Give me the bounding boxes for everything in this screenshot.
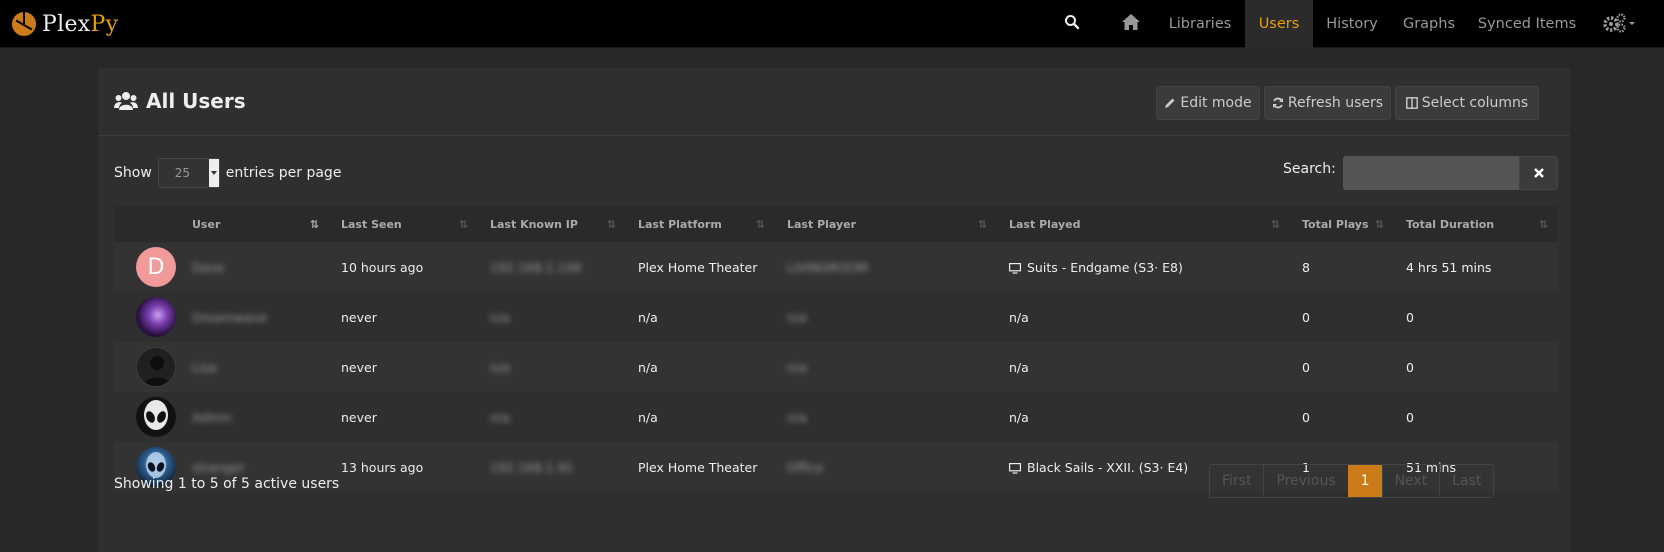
edit-mode-button[interactable]: Edit mode [1156,86,1260,120]
header-user[interactable]: User ⇅ [180,206,329,242]
total-plays-cell: 8 [1302,259,1310,275]
user-name-link[interactable]: Dreamwave [192,310,267,325]
player-cell: Office [787,459,824,475]
entries-suffix-label: entries per page [225,165,342,181]
last-seen-cell: never [341,409,377,425]
platform-cell: n/a [638,359,658,375]
last-played-cell[interactable]: Suits - Endgame (S3· E8) [997,242,1290,292]
pager-previous-button[interactable]: Previous [1263,465,1347,497]
avatar[interactable] [136,297,176,337]
ip-cell: n/a [490,409,510,425]
total-duration-cell: 0 [1406,359,1414,375]
pager-next-button[interactable]: Next [1381,465,1440,497]
platform-cell: n/a [638,309,658,325]
player-cell: n/a [787,309,807,325]
last-seen-cell: 10 hours ago [341,259,424,275]
total-plays-cell: 0 [1302,309,1310,325]
header-last-platform[interactable]: Last Platform ⇅ [626,206,775,242]
columns-icon [1405,97,1418,109]
ip-cell: n/a [490,359,510,375]
table-row: Admin never n/a n/a n/a n/a 0 0 [114,392,1558,442]
user-name-link[interactable]: Dave [192,260,224,275]
ip-cell: n/a [490,309,510,325]
settings-gears-icon[interactable] [1602,12,1638,33]
search-label: Search: [1283,161,1336,177]
header-last-played[interactable]: Last Played ⇅ [997,206,1290,242]
pencil-icon [1165,98,1175,108]
platform-cell: n/a [638,409,658,425]
player-cell: n/a [787,409,807,425]
nav-history[interactable]: History [1313,0,1391,48]
brand-name: PlexPy [42,11,119,37]
tv-icon [1009,462,1021,474]
avatar[interactable] [136,347,176,387]
pager-first-button[interactable]: First [1210,465,1263,497]
platform-cell: Plex Home Theater [638,259,758,275]
navbar: PlexPy Libraries Users History Graphs Sy… [0,0,1664,48]
refresh-users-button[interactable]: Refresh users [1264,86,1391,120]
pagination: First Previous 1 Next Last [1209,464,1495,498]
alien-icon [144,400,168,430]
header-last-seen[interactable]: Last Seen ⇅ [329,206,478,242]
total-duration-cell: 0 [1406,309,1414,325]
last-seen-cell: 13 hours ago [341,459,424,475]
chevron-down-icon [208,159,219,187]
nav-synced-items[interactable]: Synced Items [1467,0,1587,48]
header-total-duration[interactable]: Total Duration ⇅ [1394,206,1558,242]
users-panel: All Users Edit mode Refresh users Select… [98,68,1570,552]
table-info: Showing 1 to 5 of 5 active users [114,476,340,492]
platform-cell: Plex Home Theater [638,459,758,475]
total-plays-cell: 0 [1302,359,1310,375]
last-played-cell: n/a [1009,359,1029,375]
pager-page-1-button[interactable]: 1 [1347,465,1382,497]
user-name-link[interactable]: Lisa [192,360,217,375]
table-row: Dreamwave never n/a n/a n/a n/a 0 0 [114,292,1558,342]
tv-icon [1009,262,1021,274]
total-duration-cell: 4 hrs 51 mins [1406,259,1492,275]
header-total-plays[interactable]: Total Plays ⇅ [1290,206,1394,242]
table-row: Lisa never n/a n/a n/a n/a 0 0 [114,342,1558,392]
clear-search-button[interactable] [1519,156,1558,190]
ip-cell: 192.168.1.91 [490,459,574,475]
last-played-cell: n/a [1009,309,1029,325]
last-seen-cell: never [341,309,377,325]
avatar[interactable]: D [136,247,176,287]
search-input[interactable] [1343,156,1519,190]
table-header-row: User ⇅ Last Seen ⇅ Last Known IP ⇅ Last Pla… [114,206,1558,242]
show-label: Show [114,165,152,181]
user-silhouette-icon [143,356,171,386]
nav-users[interactable]: Users [1245,0,1313,48]
select-columns-button[interactable]: Select columns [1395,86,1539,120]
nav-libraries[interactable]: Libraries [1158,0,1242,48]
refresh-icon [1272,97,1283,109]
last-seen-cell: never [341,359,377,375]
avatar[interactable] [136,397,176,437]
nav-graphs[interactable]: Graphs [1391,0,1467,48]
caret-down-icon [1629,22,1635,25]
panel-header: All Users Edit mode Refresh users Select… [98,68,1570,136]
pager-last-button[interactable]: Last [1439,465,1493,497]
page-title: All Users [114,89,246,113]
ip-cell: 192.168.1.148 [490,259,582,275]
entries-select[interactable]: 25 [157,158,220,188]
total-plays-cell: 0 [1302,409,1310,425]
close-icon [1533,168,1544,178]
header-last-known-ip[interactable]: Last Known IP ⇅ [478,206,626,242]
last-played-cell: n/a [1009,409,1029,425]
users-icon [114,92,138,110]
user-name-link[interactable]: Admin [192,410,232,425]
users-table: User ⇅ Last Seen ⇅ Last Known IP ⇅ Last Pla… [114,206,1558,492]
header-last-player[interactable]: Last Player ⇅ [775,206,997,242]
user-name-link[interactable]: stranger [192,460,245,475]
total-duration-cell: 0 [1406,409,1414,425]
brand-logo-link[interactable]: PlexPy [12,10,118,38]
table-row: D Dave 10 hours ago 192.168.1.148 Plex H… [114,242,1558,292]
player-cell: n/a [787,359,807,375]
entries-per-page-control: Show 25 entries per page [114,158,341,188]
player-cell: LIVINGROOM [787,259,869,275]
plexpy-logo-icon [12,12,36,36]
search-icon[interactable] [1064,14,1084,34]
home-icon[interactable] [1121,13,1141,33]
header-avatar [114,206,180,242]
